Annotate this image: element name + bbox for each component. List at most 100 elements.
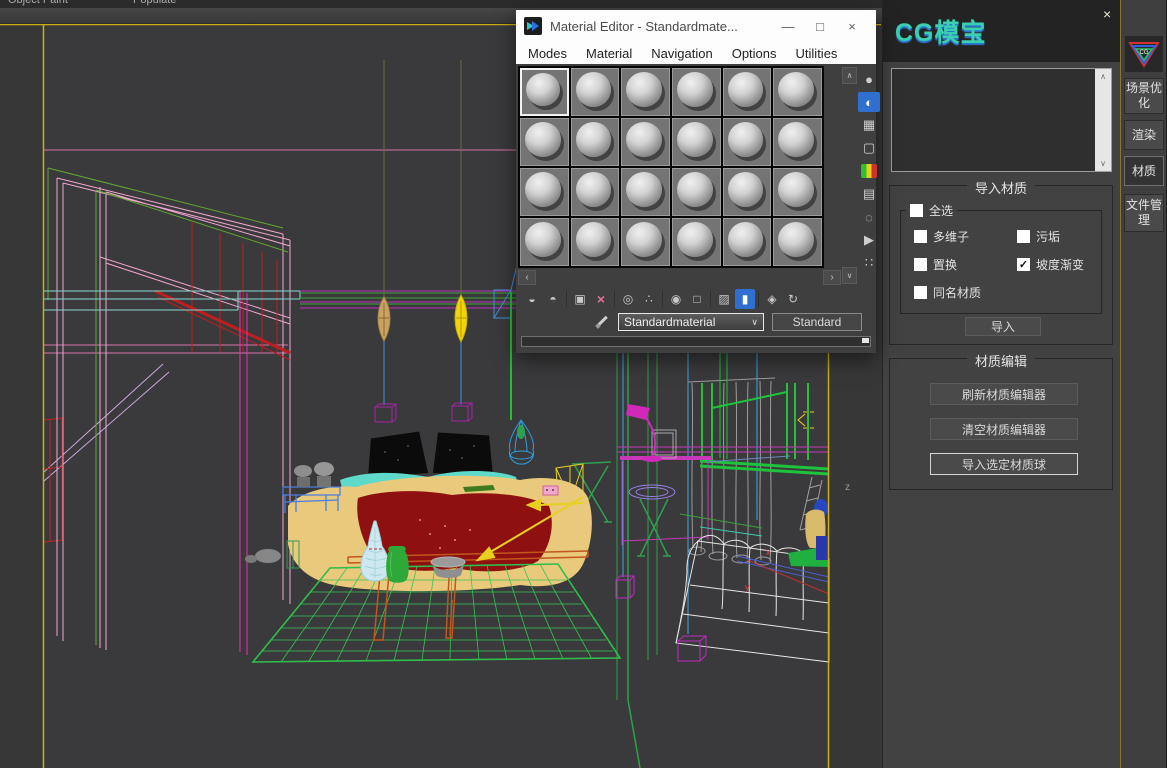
option-label: 污垢 (1036, 230, 1061, 244)
show-end-result[interactable]: ▨ (714, 289, 734, 309)
cg-plugin-panel: CG模宝 × ∧ ∨ 导入材质 全选 多维子污垢置换✓坡度渐变同名材质 (882, 0, 1167, 768)
material-editor-titlebar[interactable]: Material Editor - Standardmate... — □ × (516, 10, 876, 42)
material-sample-slot[interactable] (570, 168, 620, 216)
axis-label-z: z (845, 482, 850, 493)
scroll-right-button[interactable]: › (823, 270, 841, 285)
list-scroll-down-icon[interactable]: ∨ (1095, 156, 1111, 171)
edit-button-1[interactable]: 刷新材质编辑器 (930, 383, 1078, 405)
material-editor-menubar: Modes Material Navigation Options Utilities (516, 42, 876, 64)
material-sample-slot[interactable] (722, 118, 772, 166)
material-sample-slot[interactable] (520, 218, 569, 266)
material-sample-slot[interactable] (621, 218, 670, 266)
application-window: Object Paint Populate x y z Material Edi… (0, 0, 1167, 768)
cg-panel-content: CG模宝 × ∧ ∨ 导入材质 全选 多维子 污垢置换 ✓ 坡度渐变同名材质 (883, 0, 1120, 768)
edit-button-3[interactable]: 导入选定材质球 (930, 453, 1078, 475)
minimize-button[interactable]: — (772, 19, 804, 34)
rollout-area[interactable] (521, 336, 871, 347)
make-material-copy[interactable]: ◎ (618, 289, 638, 309)
material-sample-slot[interactable] (773, 68, 822, 116)
checkbox-污垢[interactable] (1017, 230, 1030, 243)
material-sample-slot[interactable] (520, 68, 569, 116)
import-button[interactable]: 导入 (965, 317, 1041, 336)
cg-tab-2[interactable]: 渲染 (1124, 120, 1164, 150)
material-edit-group: 材质编辑 刷新材质编辑器 清空材质编辑器 导入选定材质球 (889, 351, 1113, 490)
maximize-button[interactable]: □ (804, 19, 836, 34)
checkbox-同名材质[interactable] (914, 286, 927, 299)
go-to-parent[interactable]: ▮ (735, 289, 755, 309)
option-row: 污垢 (1017, 228, 1084, 245)
material-sphere (778, 122, 814, 157)
select-by-material[interactable]: ▶ (858, 230, 880, 250)
close-button[interactable]: × (836, 19, 868, 34)
material-name-field[interactable]: Standardmaterial ∨ (618, 313, 764, 331)
cg-tab-4[interactable]: 文件管理 (1124, 194, 1164, 232)
put-material-to-scene[interactable]: ◓ (543, 289, 563, 309)
material-sphere (575, 172, 612, 207)
material-sample-slot[interactable] (722, 168, 772, 216)
select-all-checkbox[interactable] (910, 204, 923, 217)
chevron-down-icon[interactable]: ∨ (746, 317, 758, 328)
make-preview[interactable]: ▤ (858, 184, 880, 204)
material-type-button[interactable]: Standard (772, 313, 862, 331)
backlight[interactable]: ◐ (858, 92, 880, 112)
material-sample-slot[interactable] (773, 118, 822, 166)
material-sample-slot[interactable] (722, 218, 772, 266)
cg-panel-close-icon[interactable]: × (1103, 6, 1111, 22)
material-sample-slot[interactable] (672, 68, 721, 116)
menu-material[interactable]: Material (586, 46, 632, 61)
get-material[interactable]: ◒ (522, 289, 542, 309)
scroll-left-button[interactable]: ‹ (518, 270, 536, 285)
material-sample-slot[interactable] (570, 118, 620, 166)
material-name-value: Standardmaterial (624, 315, 716, 329)
material-sample-slot[interactable] (570, 218, 620, 266)
material-list-box[interactable]: ∧ ∨ (891, 68, 1112, 172)
go-forward-to-sibling[interactable]: ◈ (762, 289, 782, 309)
eyedropper-icon[interactable] (594, 314, 610, 330)
scroll-up-button[interactable]: ∧ (842, 67, 857, 84)
material-sample-slot[interactable] (621, 68, 670, 116)
material-list-scrollbar[interactable]: ∧ ∨ (1095, 69, 1111, 171)
material-cycle[interactable]: ↻ (783, 289, 803, 309)
ribbon-tab-object-paint[interactable]: Object Paint (8, 0, 68, 6)
scroll-down-button[interactable]: ∨ (842, 267, 857, 284)
cg-tab-1[interactable]: 场景优化 (1124, 78, 1164, 114)
sample-type-sphere[interactable]: ● (858, 69, 880, 89)
menu-utilities[interactable]: Utilities (796, 46, 838, 61)
material-sample-slot[interactable] (722, 68, 772, 116)
ribbon-tab-populate[interactable]: Populate (133, 0, 176, 6)
checkbox-坡度渐变[interactable]: ✓ (1017, 258, 1030, 271)
video-color-check[interactable]: ▥ (861, 164, 877, 178)
material-sample-slot[interactable] (570, 68, 620, 116)
put-to-library[interactable]: ∴ (639, 289, 659, 309)
material-sample-slot[interactable] (773, 218, 822, 266)
material-sample-slot[interactable] (672, 218, 721, 266)
menu-options[interactable]: Options (732, 46, 777, 61)
material-id-channel[interactable]: ◉ (666, 289, 686, 309)
material-sample-slot[interactable] (520, 168, 569, 216)
edit-button-2[interactable]: 清空材质编辑器 (930, 418, 1078, 440)
sample-uv-tiling[interactable]: ▢ (858, 138, 880, 158)
cg-tab-strip: CG 场景优化 渲染 材质 文件管理 (1120, 0, 1166, 768)
checkbox-置换[interactable] (914, 258, 927, 271)
material-sample-grid (518, 66, 824, 268)
material-sphere (575, 122, 612, 157)
material-sample-slot[interactable] (621, 118, 670, 166)
material-sample-slot[interactable] (520, 118, 569, 166)
material-sphere (677, 222, 713, 257)
menu-modes[interactable]: Modes (528, 46, 567, 61)
checkbox-多维子[interactable] (914, 230, 927, 243)
reset-map[interactable]: × (591, 289, 611, 309)
list-scroll-up-icon[interactable]: ∧ (1095, 69, 1111, 84)
material-sample-slot[interactable] (621, 168, 670, 216)
menu-navigation[interactable]: Navigation (651, 46, 712, 61)
options[interactable]: ◌ (858, 207, 880, 227)
material-sample-slot[interactable] (672, 118, 721, 166)
rollout-scroll-thumb[interactable] (862, 338, 869, 343)
assign-material-to-selection[interactable]: ▣ (570, 289, 590, 309)
material-sample-slot[interactable] (773, 168, 822, 216)
background-checker[interactable]: ▦ (858, 115, 880, 135)
cg-tab-3[interactable]: 材质 (1124, 156, 1164, 186)
material-map-navigator[interactable]: ∷ (858, 253, 880, 273)
material-sample-slot[interactable] (672, 168, 721, 216)
show-material-in-viewport[interactable]: □ (687, 289, 707, 309)
